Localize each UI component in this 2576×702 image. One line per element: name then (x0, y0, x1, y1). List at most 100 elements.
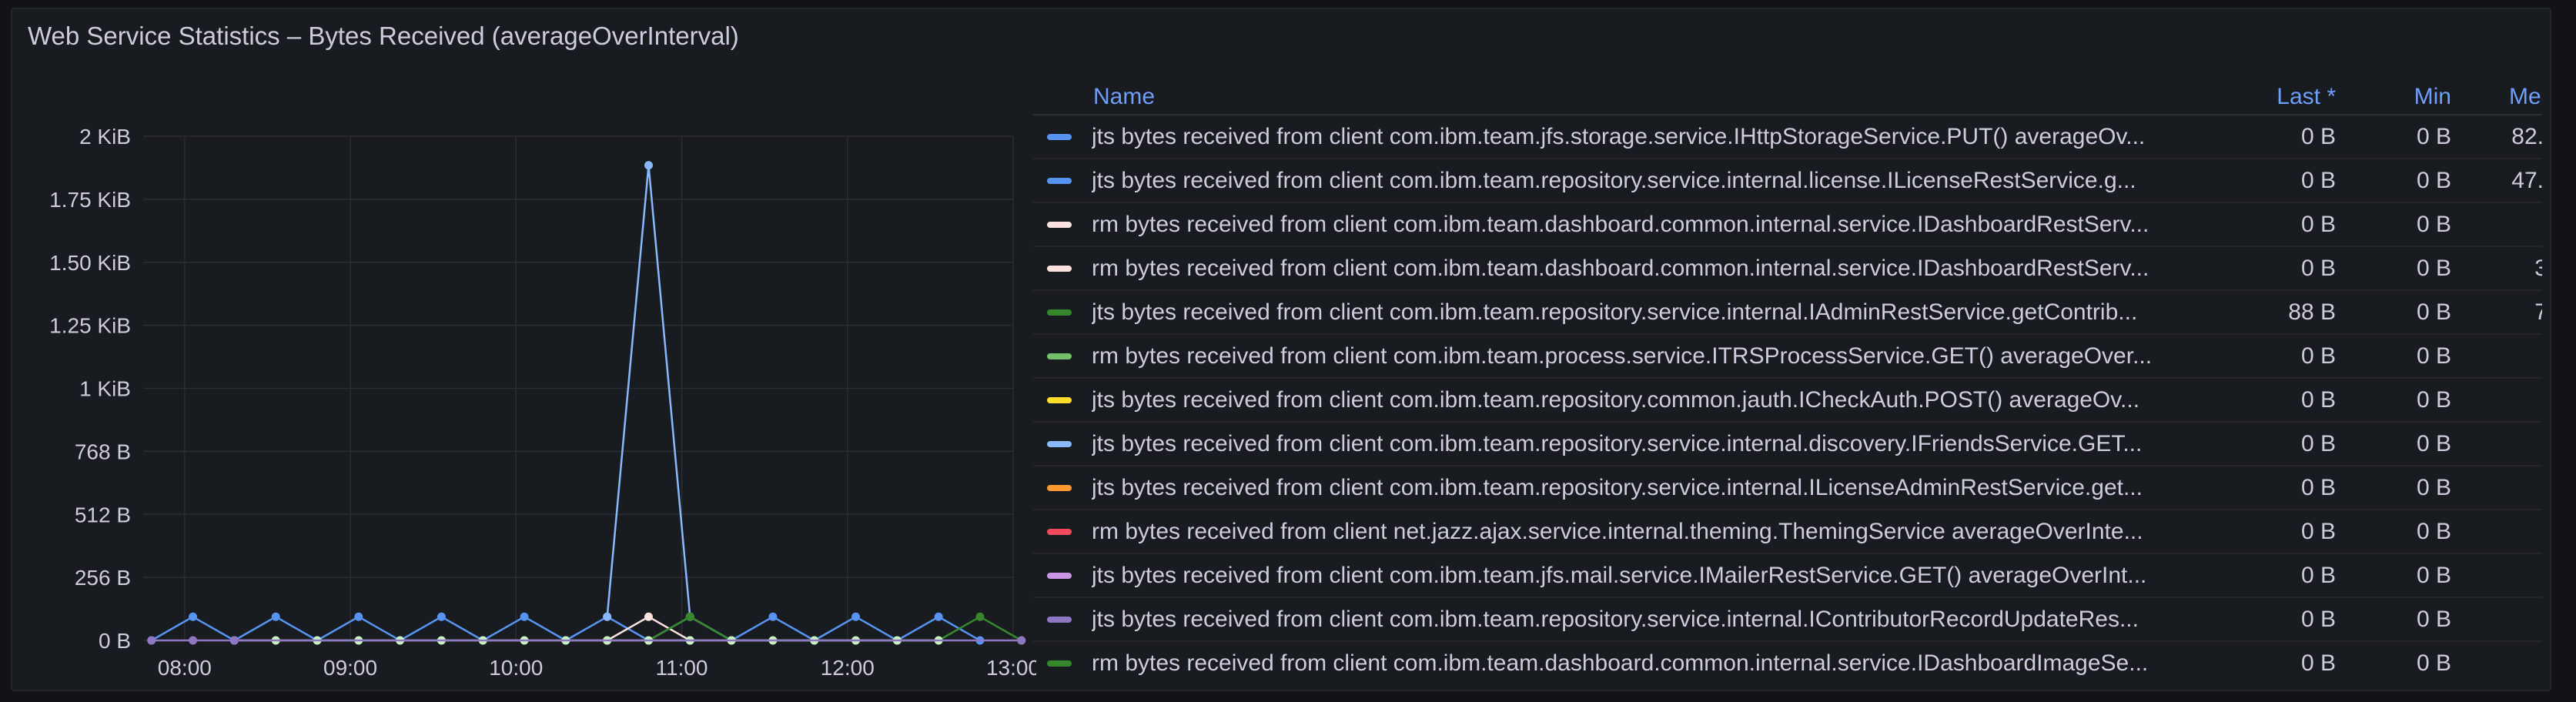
series-name[interactable]: jts bytes received from client com.ibm.t… (1092, 431, 2142, 457)
legend-row[interactable]: jts bytes received from client com.ibm.t… (1033, 597, 2542, 642)
legend-row[interactable]: jts bytes received from client com.ibm.t… (1033, 422, 2542, 466)
series-color-swatch[interactable] (1047, 397, 1072, 404)
series-mean-value (2465, 202, 2542, 247)
data-point[interactable] (229, 636, 239, 645)
data-point[interactable] (1017, 636, 1026, 645)
series-last-value: 0 B (2219, 378, 2350, 423)
column-header-mean[interactable]: Mean (2465, 80, 2542, 115)
legend-row[interactable]: rm bytes received from client com.ibm.te… (1033, 334, 2542, 379)
legend-row[interactable]: rm bytes received from client com.ibm.te… (1033, 202, 2542, 247)
data-point[interactable] (603, 612, 612, 621)
series-color-swatch[interactable] (1047, 529, 1072, 536)
series-color-swatch[interactable] (1047, 660, 1072, 667)
column-header-last[interactable]: Last * (2219, 80, 2350, 115)
series-name[interactable]: jts bytes received from client com.ibm.t… (1092, 124, 2145, 150)
legend-row[interactable]: jts bytes received from client com.ibm.t… (1033, 378, 2542, 423)
series-min-value: 0 B (2350, 334, 2465, 379)
series-color-swatch[interactable] (1047, 353, 1072, 360)
legend-row[interactable]: rm bytes received from client com.ibm.te… (1033, 246, 2542, 291)
series-name[interactable]: jts bytes received from client com.ibm.t… (1092, 607, 2139, 633)
series-name[interactable]: jts bytes received from client com.ibm.t… (1092, 563, 2146, 589)
legend-row[interactable]: jts bytes received from client com.ibm.t… (1033, 466, 2542, 510)
panel: Web Service Statistics – Bytes Received … (11, 8, 2551, 691)
series-color-swatch[interactable] (1047, 178, 1072, 185)
series-name[interactable]: rm bytes received from client com.ibm.te… (1092, 650, 2148, 677)
series-min-value: 0 B (2350, 115, 2465, 159)
legend-row[interactable]: jts bytes received from client com.ibm.t… (1033, 290, 2542, 335)
data-point[interactable] (851, 612, 861, 621)
x-tick-label: 13:00 (986, 656, 1036, 680)
series-name-cell[interactable]: jts bytes received from client com.ibm.t… (1033, 553, 2219, 598)
series-mean-value: 47.… (2465, 159, 2542, 203)
data-point[interactable] (768, 612, 778, 621)
series-color-swatch[interactable] (1047, 266, 1072, 272)
data-point[interactable] (189, 636, 198, 645)
series-name-cell[interactable]: jts bytes received from client com.ibm.t… (1033, 115, 2219, 159)
series-name-cell[interactable]: rm bytes received from client com.ibm.te… (1033, 641, 2219, 677)
series-mean-value (2465, 466, 2542, 510)
series-name[interactable]: rm bytes received from client com.ibm.te… (1092, 343, 2152, 369)
series-color-swatch[interactable] (1047, 309, 1072, 316)
data-point[interactable] (271, 612, 280, 621)
data-point[interactable] (354, 612, 363, 621)
data-point[interactable] (147, 636, 156, 645)
data-point[interactable] (189, 612, 198, 621)
chart-svg[interactable]: 0 B 256 B 512 B 768 B 1 KiB 1.25 KiB 1.50 KiB 1… (12, 9, 1036, 690)
y-tick-label: 1.75 KiB (49, 188, 131, 212)
series-color-swatch[interactable] (1047, 617, 1072, 623)
series-color-swatch[interactable] (1047, 573, 1072, 580)
series-name[interactable]: jts bytes received from client com.ibm.t… (1092, 299, 2137, 326)
series-name[interactable]: rm bytes received from client com.ibm.te… (1092, 212, 2149, 238)
legend-row[interactable]: jts bytes received from client com.ibm.t… (1033, 159, 2542, 203)
legend-row[interactable]: jts bytes received from client com.ibm.t… (1033, 115, 2542, 159)
x-tick-label: 08:00 (158, 656, 212, 680)
data-point[interactable] (644, 612, 653, 621)
series-color-swatch[interactable] (1047, 222, 1072, 229)
data-point[interactable] (685, 612, 694, 621)
series-color-swatch[interactable] (1047, 441, 1072, 448)
legend-row[interactable]: rm bytes received from client com.ibm.te… (1033, 641, 2542, 677)
series-color-swatch[interactable] (1047, 485, 1072, 492)
series-name[interactable]: rm bytes received from client com.ibm.te… (1092, 256, 2149, 282)
column-header-min[interactable]: Min (2350, 80, 2465, 115)
series-name-cell[interactable]: rm bytes received from client com.ibm.te… (1033, 334, 2219, 379)
series-name-cell[interactable]: rm bytes received from client com.ibm.te… (1033, 246, 2219, 291)
series-name-cell[interactable]: jts bytes received from client com.ibm.t… (1033, 290, 2219, 335)
data-point[interactable] (437, 612, 446, 621)
series-mean-value (2465, 422, 2542, 466)
y-tick-label: 768 B (75, 440, 131, 463)
data-point[interactable] (644, 161, 653, 170)
series-name-cell[interactable]: jts bytes received from client com.ibm.t… (1033, 466, 2219, 510)
series-mean-value (2465, 378, 2542, 423)
series-name-cell[interactable]: jts bytes received from client com.ibm.t… (1033, 159, 2219, 203)
series-last-value: 0 B (2219, 159, 2350, 203)
series-last-value: 0 B (2219, 510, 2350, 554)
series-color-swatch[interactable] (1047, 134, 1072, 141)
series-name-cell[interactable]: jts bytes received from client com.ibm.t… (1033, 378, 2219, 423)
series-mean-value (2465, 510, 2542, 554)
data-point[interactable] (520, 612, 529, 621)
series-name[interactable]: jts bytes received from client com.ibm.t… (1092, 168, 2136, 194)
y-tick-label: 0 B (99, 629, 131, 653)
series-name[interactable]: jts bytes received from client com.ibm.t… (1092, 387, 2139, 413)
series-min-value: 0 B (2350, 290, 2465, 335)
legend-row[interactable]: jts bytes received from client com.ibm.t… (1033, 553, 2542, 598)
series-name-cell[interactable]: jts bytes received from client com.ibm.t… (1033, 422, 2219, 466)
series-name-cell[interactable]: rm bytes received from client com.ibm.te… (1033, 202, 2219, 247)
series-name-cell[interactable]: jts bytes received from client com.ibm.t… (1033, 597, 2219, 642)
series-last-value: 0 B (2219, 466, 2350, 510)
series-mean-value: 3.9 (2465, 246, 2542, 291)
series-min-value: 0 B (2350, 378, 2465, 423)
column-header-name[interactable]: Name (1033, 80, 2219, 115)
series-name[interactable]: rm bytes received from client net.jazz.a… (1092, 519, 2143, 545)
series-line[interactable] (606, 165, 732, 642)
series-name-cell[interactable]: rm bytes received from client net.jazz.a… (1033, 510, 2219, 554)
series-name[interactable]: jts bytes received from client com.ibm.t… (1092, 475, 2143, 501)
data-point[interactable] (975, 612, 985, 621)
series-last-value: 0 B (2219, 334, 2350, 379)
series-mean-value (2465, 553, 2542, 598)
y-tick-label: 256 B (75, 566, 131, 590)
legend-row[interactable]: rm bytes received from client net.jazz.a… (1033, 510, 2542, 554)
data-point[interactable] (934, 612, 943, 621)
time-series-chart[interactable]: 0 B 256 B 512 B 768 B 1 KiB 1.25 KiB 1.50 KiB 1… (12, 9, 1036, 690)
